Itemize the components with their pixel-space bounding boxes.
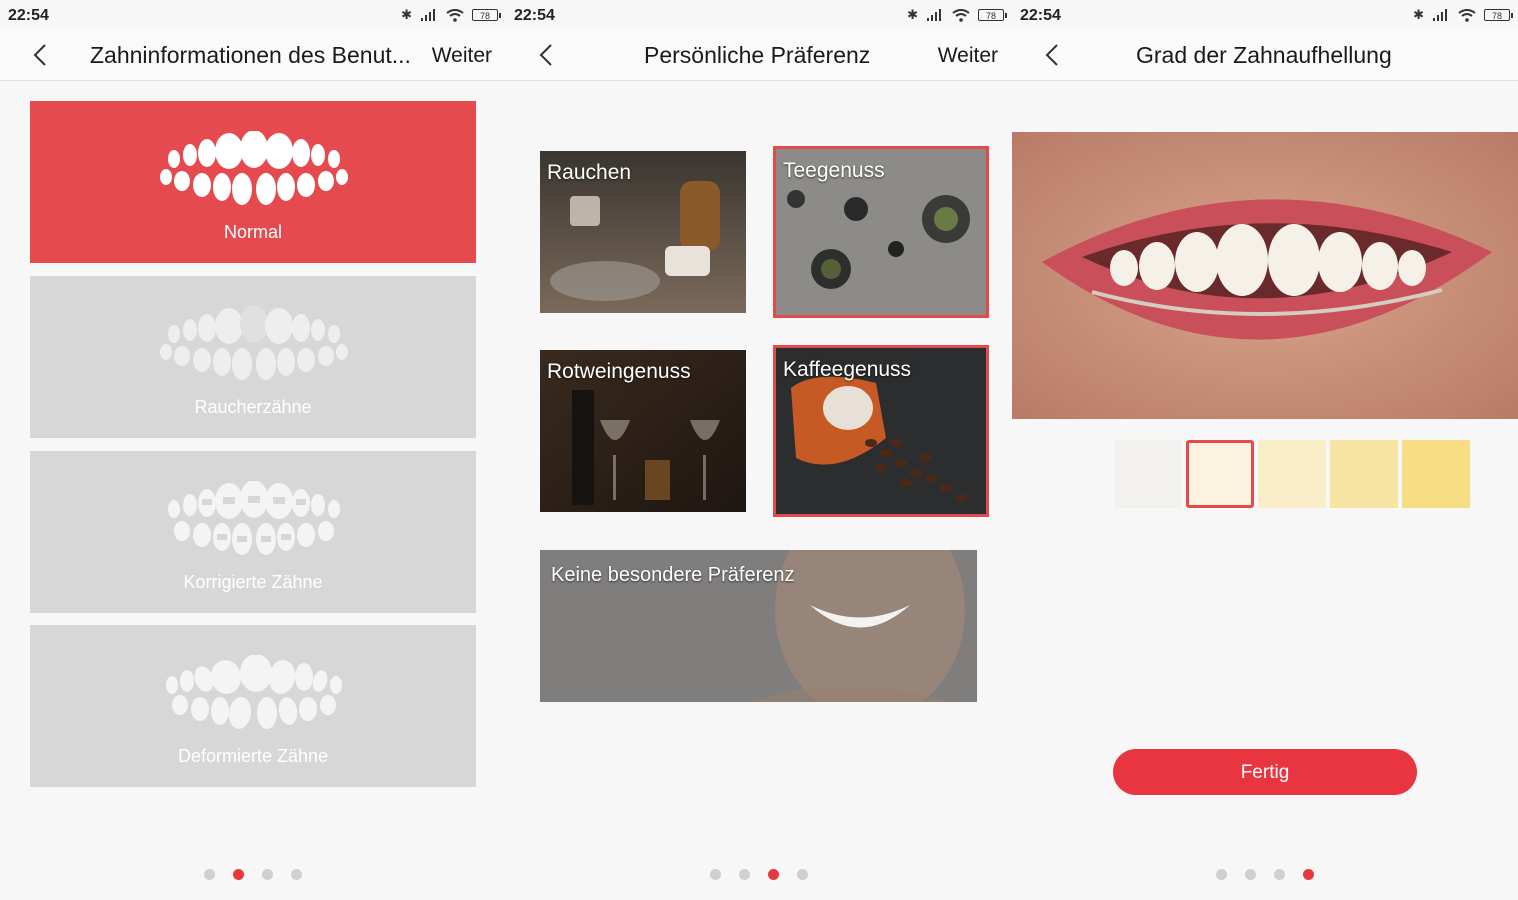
page-dot bbox=[797, 869, 808, 880]
done-button[interactable]: Fertig bbox=[1113, 749, 1417, 795]
signal-icon bbox=[421, 9, 435, 21]
pref-label: Kaffeegenuss bbox=[783, 358, 912, 381]
next-button[interactable]: Weiter bbox=[938, 44, 998, 68]
status-bar: 22:54 ✱ 78 bbox=[1012, 0, 1518, 30]
status-time: 22:54 bbox=[1020, 7, 1061, 24]
wifi-icon bbox=[952, 8, 970, 22]
page-indicator bbox=[0, 869, 506, 880]
status-icons: ✱ 78 bbox=[1413, 7, 1513, 22]
page-title: Zahninformationen des Benut... bbox=[90, 42, 411, 68]
teeth-icon bbox=[160, 306, 348, 380]
shade-swatch-3[interactable] bbox=[1258, 440, 1326, 508]
page-dot bbox=[262, 869, 273, 880]
pref-tea[interactable]: Teegenuss bbox=[773, 146, 989, 318]
teeth-option-normal[interactable]: Normal bbox=[30, 101, 476, 263]
pref-label: Keine besondere Präferenz bbox=[551, 564, 795, 586]
bluetooth-icon: ✱ bbox=[401, 7, 412, 22]
bluetooth-icon: ✱ bbox=[1413, 7, 1424, 22]
battery-icon: 78 bbox=[978, 9, 1007, 21]
signal-icon bbox=[1433, 9, 1447, 21]
teeth-option-smoker[interactable]: Raucherzähne bbox=[30, 276, 476, 438]
page-dot-active bbox=[1303, 869, 1314, 880]
page-dot bbox=[291, 869, 302, 880]
screen-whitening-level: 22:54 ✱ 78 Grad der Zahnaufhellung Ferti… bbox=[1012, 0, 1518, 900]
deformed-teeth-icon bbox=[166, 655, 342, 729]
shade-swatch-5[interactable] bbox=[1402, 440, 1470, 508]
shade-swatch-1[interactable] bbox=[1114, 440, 1182, 508]
pref-label: Rauchen bbox=[547, 161, 632, 184]
teeth-option-deformed[interactable]: Deformierte Zähne bbox=[30, 625, 476, 787]
page-dot-active bbox=[768, 869, 779, 880]
battery-icon: 78 bbox=[472, 9, 501, 21]
status-icons: ✱ 78 bbox=[401, 7, 501, 22]
nav-bar: Grad der Zahnaufhellung bbox=[1012, 30, 1518, 81]
shade-swatch-2[interactable] bbox=[1186, 440, 1254, 508]
signal-icon bbox=[927, 9, 941, 21]
option-label: Raucherzähne bbox=[194, 397, 312, 417]
back-arrow-icon[interactable] bbox=[534, 42, 560, 68]
wifi-icon bbox=[446, 8, 464, 22]
shade-swatch-4[interactable] bbox=[1330, 440, 1398, 508]
option-label: Korrigierte Zähne bbox=[183, 572, 323, 592]
shade-selector bbox=[1114, 440, 1470, 508]
pref-coffee[interactable]: Kaffeegenuss bbox=[773, 345, 989, 517]
pref-label: Rotweingenuss bbox=[547, 360, 691, 383]
wifi-icon bbox=[1458, 8, 1476, 22]
nav-bar: Zahninformationen des Benut... Weiter bbox=[0, 30, 506, 81]
smile-preview-image bbox=[1012, 132, 1518, 419]
back-arrow-icon[interactable] bbox=[1040, 42, 1066, 68]
braces-teeth-icon bbox=[168, 481, 340, 555]
page-dot-active bbox=[233, 869, 244, 880]
page-dot bbox=[1245, 869, 1256, 880]
pref-red-wine[interactable]: Rotweingenuss bbox=[540, 350, 746, 512]
back-arrow-icon[interactable] bbox=[28, 42, 54, 68]
status-bar: 22:54 ✱ 78 bbox=[506, 0, 1012, 30]
page-indicator bbox=[1012, 869, 1518, 880]
page-dot bbox=[1216, 869, 1227, 880]
screen-teeth-info: 22:54 ✱ 78 Zahninformationen des Benut..… bbox=[0, 0, 506, 900]
option-label: Normal bbox=[223, 222, 282, 242]
option-label: Deformierte Zähne bbox=[177, 746, 329, 766]
page-title: Grad der Zahnaufhellung bbox=[1136, 42, 1392, 68]
status-bar: 22:54 ✱ 78 bbox=[0, 0, 506, 30]
next-button[interactable]: Weiter bbox=[432, 44, 492, 68]
page-dot bbox=[204, 869, 215, 880]
battery-icon: 78 bbox=[1484, 9, 1513, 21]
pref-none[interactable]: Keine besondere Präferenz bbox=[540, 550, 977, 702]
pref-smoking[interactable]: Rauchen bbox=[540, 151, 746, 313]
page-dot bbox=[739, 869, 750, 880]
page-indicator bbox=[506, 869, 1012, 880]
status-icons: ✱ 78 bbox=[907, 7, 1007, 22]
teeth-option-corrected[interactable]: Korrigierte Zähne bbox=[30, 451, 476, 613]
status-time: 22:54 bbox=[8, 7, 49, 24]
screen-preferences: 22:54 ✱ 78 Persönliche Präferenz Weiter … bbox=[506, 0, 1012, 900]
page-title: Persönliche Präferenz bbox=[644, 42, 871, 68]
status-time: 22:54 bbox=[514, 7, 555, 24]
bluetooth-icon: ✱ bbox=[907, 7, 918, 22]
pref-label: Teegenuss bbox=[783, 159, 885, 182]
teeth-icon bbox=[160, 131, 348, 205]
page-dot bbox=[710, 869, 721, 880]
page-dot bbox=[1274, 869, 1285, 880]
nav-bar: Persönliche Präferenz Weiter bbox=[506, 30, 1012, 81]
